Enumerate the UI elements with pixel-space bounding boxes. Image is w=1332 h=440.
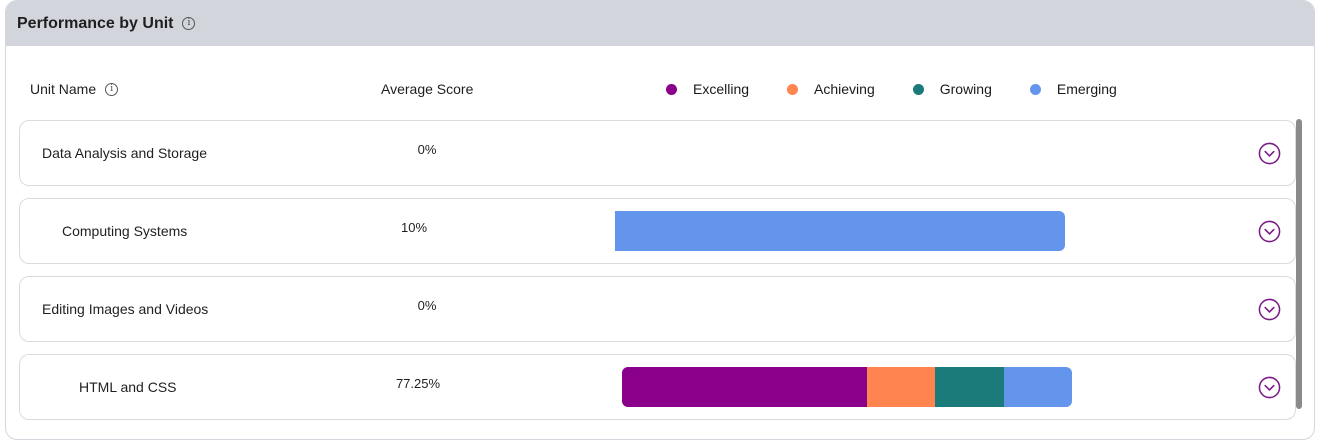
unit-row[interactable]: Editing Images and Videos 0%	[19, 276, 1296, 342]
chevron-down-circle-icon[interactable]	[1258, 376, 1281, 399]
legend-label: Emerging	[1056, 81, 1117, 97]
performance-bar	[622, 367, 1072, 407]
legend-dot-emerging	[1029, 83, 1041, 95]
legend-dot-achieving	[787, 83, 799, 95]
chevron-down-circle-icon[interactable]	[1258, 142, 1281, 165]
legend-label: Growing	[939, 81, 992, 97]
info-icon[interactable]: i	[182, 17, 196, 30]
bar-segment-emerging	[615, 211, 1065, 251]
performance-bar	[615, 211, 1065, 251]
unit-name: Computing Systems	[62, 223, 188, 239]
legend-item-emerging: Emerging	[1029, 81, 1117, 97]
bar-segment-growing	[935, 367, 1004, 407]
performance-bar	[615, 133, 1065, 173]
chevron-down-circle-icon[interactable]	[1258, 220, 1281, 243]
legend-item-excelling: Excelling	[666, 81, 749, 97]
average-score: 0%	[417, 298, 437, 313]
average-score: 77.25%	[395, 376, 441, 391]
performance-bar	[615, 289, 1065, 329]
unit-name: Editing Images and Videos	[42, 301, 209, 317]
unit-name: HTML and CSS	[79, 379, 177, 395]
unit-row[interactable]: Computing Systems 10%	[19, 198, 1296, 264]
legend-label: Achieving	[814, 81, 875, 97]
legend-dot-growing	[912, 83, 924, 95]
average-score: 0%	[417, 142, 437, 157]
unit-row[interactable]: HTML and CSS 77.25%	[19, 354, 1296, 420]
panel-title: Performance by Unit	[17, 14, 174, 32]
panel-header: Performance by Unit i	[6, 1, 1314, 46]
scrollbar[interactable]	[1296, 119, 1302, 409]
legend-dot-excelling	[666, 83, 677, 95]
bar-segment-emerging	[1003, 367, 1072, 407]
unit-row[interactable]: Data Analysis and Storage 0%	[19, 120, 1296, 186]
column-header-unit-name: Unit Name i	[30, 81, 119, 97]
bar-segment-achieving	[866, 367, 936, 407]
chevron-down-circle-icon[interactable]	[1258, 298, 1281, 321]
column-header-average-score: Average Score	[381, 81, 474, 97]
legend: Excelling Achieving Growing Emerging	[666, 81, 1117, 97]
unit-name: Data Analysis and Storage	[42, 145, 207, 161]
legend-item-achieving: Achieving	[787, 81, 875, 97]
info-icon[interactable]: i	[105, 82, 119, 96]
legend-item-growing: Growing	[912, 81, 992, 97]
performance-panel: Performance by Unit i Unit Name i Averag…	[5, 0, 1315, 440]
legend-label: Excelling	[693, 81, 750, 97]
column-header-unit-name-label: Unit Name	[30, 81, 97, 97]
bar-segment-excelling	[622, 367, 867, 407]
average-score: 10%	[400, 220, 428, 235]
